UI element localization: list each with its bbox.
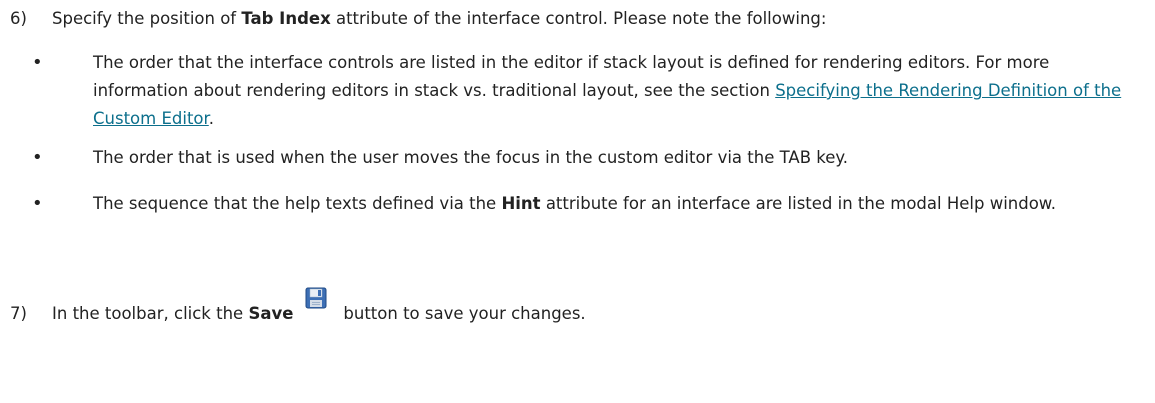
step-text-after: attribute of the interface control. Plea… — [330, 9, 827, 28]
step-text-before: In the toolbar, click the — [52, 304, 249, 323]
step-text-before: Specify the position of — [52, 9, 242, 28]
bullet-text-end: . — [208, 109, 215, 128]
save-disk-icon — [305, 287, 327, 309]
step-7: 7) In the toolbar, click the Save button … — [10, 287, 586, 323]
bullet-marker: • — [32, 193, 43, 214]
bullet-item-stack-layout: The order that the interface controls ar… — [93, 49, 1133, 133]
step-text-after: button to save your changes. — [343, 304, 586, 323]
bullet-marker: • — [32, 147, 43, 168]
bullet-item-tab-key: The order that is used when the user mov… — [93, 144, 1133, 172]
step-number: 7) — [10, 304, 27, 323]
step-number: 6) — [10, 9, 27, 28]
save-term: Save — [248, 304, 294, 323]
bullet-marker: • — [32, 52, 43, 73]
bullet-text-after: attribute for an interface are listed in… — [540, 194, 1057, 213]
bullet-item-hint: The sequence that the help texts defined… — [93, 190, 1133, 218]
tab-index-term: Tab Index — [241, 9, 331, 28]
hint-term: Hint — [501, 194, 541, 213]
step-6: 6) Specify the position of Tab Index attr… — [10, 9, 826, 28]
bullet-text-before: The sequence that the help texts defined… — [93, 194, 502, 213]
bullet-text: The order that is used when the user mov… — [93, 148, 849, 167]
